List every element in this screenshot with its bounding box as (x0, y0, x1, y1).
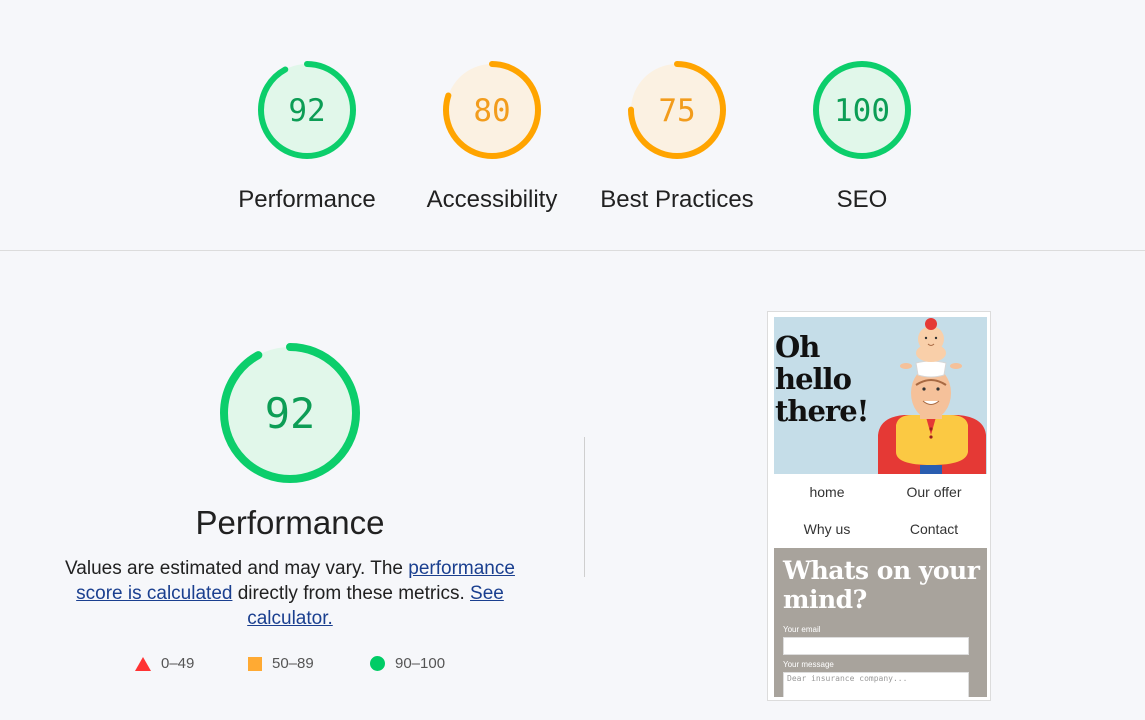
contact-heading: Whats on your mind? (783, 556, 980, 614)
performance-score-value: 92 (265, 389, 316, 438)
gauge-best-practices[interactable]: 75 Best Practices (592, 58, 762, 214)
email-field (783, 637, 969, 655)
section-divider (0, 250, 1145, 251)
thumbnail-nav: home Our offer Why us Contact (774, 474, 987, 548)
page-screenshot-thumbnail[interactable]: Oh hello there! home Our offer Why us Co… (767, 311, 991, 701)
gauge-performance-ring: 92 (258, 61, 356, 159)
category-scores: 92 Performance 80 Accessibility 75 Best … (0, 0, 1145, 250)
gauge-best-practices-ring: 75 (628, 61, 726, 159)
performance-description: Values are estimated and may vary. The p… (40, 556, 540, 631)
thumbnail-page: Oh hello there! home Our offer Why us Co… (774, 317, 987, 697)
nav-contact: Contact (909, 521, 959, 537)
email-label: Your email (783, 625, 821, 634)
legend-fail: 0–49 (135, 655, 194, 672)
nav-our-offer: Our offer (906, 484, 962, 500)
contact-heading-line-1: Whats on your (783, 556, 980, 585)
performance-title: Performance (195, 504, 385, 541)
message-label: Your message (783, 660, 834, 669)
description-text-2: directly from these metrics. (232, 583, 471, 604)
hero-line-2: hello (775, 362, 852, 396)
hero-line-3: there! (775, 394, 869, 428)
triangle-icon (135, 656, 151, 671)
thumbnail-hero: Oh hello there! (774, 317, 987, 474)
performance-gauge-large: 92 (219, 342, 361, 489)
nav-home: home (809, 484, 845, 500)
gauge-accessibility[interactable]: 80 Accessibility (407, 58, 577, 214)
description-text-1: Values are estimated and may vary. The (65, 558, 409, 579)
gauge-accessibility-value: 80 (473, 93, 510, 129)
gauge-seo[interactable]: 100 SEO (777, 58, 947, 214)
hero-line-1: Oh (775, 330, 820, 364)
legend-average-range: 50–89 (272, 655, 314, 672)
message-placeholder: Dear insurance company... (787, 674, 908, 683)
legend-average: 50–89 (248, 655, 314, 672)
score-legend: 0–49 50–89 90–100 (130, 655, 470, 677)
gauge-accessibility-ring: 80 (443, 61, 541, 159)
gauge-accessibility-label: Accessibility (426, 186, 558, 213)
performance-gauge-ring: 92 (220, 343, 360, 483)
circle-icon (370, 656, 385, 671)
gauge-performance[interactable]: 92 Performance (222, 58, 392, 214)
gauge-best-practices-label: Best Practices (600, 186, 754, 213)
gauge-seo-ring: 100 (813, 61, 911, 159)
thumbnail-contact-form: Whats on your mind? Your email Your mess… (774, 548, 987, 697)
father-baby-illustration (878, 318, 986, 474)
gauge-seo-value: 100 (834, 93, 890, 129)
gauge-seo-label: SEO (836, 186, 888, 213)
vertical-divider (584, 437, 585, 577)
legend-pass-range: 90–100 (395, 655, 446, 672)
message-field: Dear insurance company... (783, 672, 969, 697)
gauge-performance-value: 92 (288, 93, 325, 129)
gauge-best-practices-value: 75 (658, 93, 695, 129)
legend-pass: 90–100 (370, 655, 445, 672)
contact-heading-line-2: mind? (783, 585, 867, 614)
nav-why-us: Why us (803, 521, 851, 537)
legend-fail-range: 0–49 (161, 655, 195, 672)
square-icon (248, 656, 262, 671)
gauge-performance-label: Performance (238, 186, 376, 213)
hero-heading: Oh hello there! (775, 330, 869, 428)
